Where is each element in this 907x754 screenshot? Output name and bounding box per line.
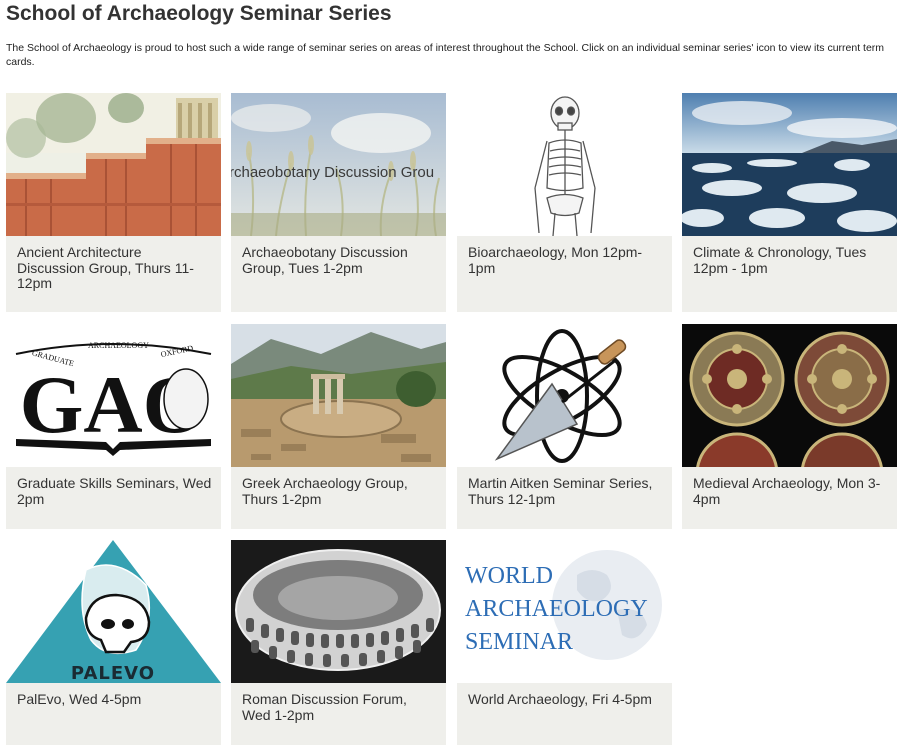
card-caption: Martin Aitken Seminar Series, Thurs 12-1… xyxy=(468,475,653,507)
card-caption: Graduate Skills Seminars, Wed 2pm xyxy=(17,475,212,507)
seminar-card-ancient-architecture[interactable]: Ancient Architecture Discussion Group, T… xyxy=(6,93,221,312)
seminar-card-medieval-archaeology[interactable]: Medieval Archaeology, Mon 3-4pm xyxy=(682,324,897,529)
climate-chronology-image[interactable] xyxy=(682,93,897,236)
bioarchaeology-image[interactable] xyxy=(457,93,672,236)
intro-text: The School of Archaeology is proud to ho… xyxy=(6,42,885,68)
palevo-image[interactable]: PALEVO xyxy=(6,540,221,683)
seminar-card-climate-chronology[interactable]: Climate & Chronology, Tues 12pm - 1pm xyxy=(682,93,897,312)
martin-aitken-image[interactable] xyxy=(457,324,672,467)
seminar-card-bioarchaeology[interactable]: Bioarchaeology, Mon 12pm-1pm xyxy=(457,93,672,312)
seminar-card-martin-aitken[interactable]: Martin Aitken Seminar Series, Thurs 12-1… xyxy=(457,324,672,529)
world-logo-line3: SEMINAR xyxy=(465,629,573,655)
card-caption: Archaeobotany Discussion Group, Tues 1-2… xyxy=(242,244,408,276)
card-caption: Greek Archaeology Group, Thurs 1-2pm xyxy=(242,475,408,507)
seminar-card-world-archaeology[interactable]: WORLD ARCHAEOLOGY SEMINAR World Archaeol… xyxy=(457,540,672,745)
greek-archaeology-image[interactable] xyxy=(231,324,446,467)
archaeobotany-image-text: rchaeobotany Discussion Grou xyxy=(231,164,434,181)
world-logo-line2: ARCHAEOLOGY xyxy=(465,596,648,622)
roman-discussion-image[interactable] xyxy=(231,540,446,683)
seminar-card-graduate-skills[interactable]: GRADUATE ARCHAEOLOGY OXFORD GAO Graduate… xyxy=(6,324,221,529)
world-logo-line1: WORLD xyxy=(465,563,553,589)
graduate-skills-image[interactable]: GRADUATE ARCHAEOLOGY OXFORD GAO xyxy=(6,324,221,467)
page-title: School of Archaeology Seminar Series xyxy=(6,2,392,25)
card-caption: Roman Discussion Forum, Wed 1-2pm xyxy=(242,691,407,723)
seminar-card-archaeobotany[interactable]: rchaeobotany Discussion Grou Archaeobota… xyxy=(231,93,446,312)
medieval-archaeology-image[interactable] xyxy=(682,324,897,467)
seminar-card-roman-discussion[interactable]: Roman Discussion Forum, Wed 1-2pm xyxy=(231,540,446,745)
card-caption: Medieval Archaeology, Mon 3-4pm xyxy=(693,475,881,507)
card-caption: Ancient Architecture Discussion Group, T… xyxy=(17,244,194,291)
seminar-card-palevo[interactable]: PALEVO PalEvo, Wed 4-5pm xyxy=(6,540,221,745)
card-caption: Climate & Chronology, Tues 12pm - 1pm xyxy=(693,244,867,276)
seminar-card-greek-archaeology[interactable]: Greek Archaeology Group, Thurs 1-2pm xyxy=(231,324,446,529)
gao-logo-middle-text: ARCHAEOLOGY xyxy=(88,341,149,350)
archaeobotany-image[interactable]: rchaeobotany Discussion Grou xyxy=(231,93,446,236)
palevo-logo-text: PALEVO xyxy=(71,663,155,683)
card-caption: PalEvo, Wed 4-5pm xyxy=(17,691,142,707)
world-archaeology-image[interactable]: WORLD ARCHAEOLOGY SEMINAR xyxy=(457,540,672,683)
ancient-architecture-image[interactable] xyxy=(6,93,221,236)
card-caption: World Archaeology, Fri 4-5pm xyxy=(468,691,652,707)
card-caption: Bioarchaeology, Mon 12pm-1pm xyxy=(468,244,643,276)
